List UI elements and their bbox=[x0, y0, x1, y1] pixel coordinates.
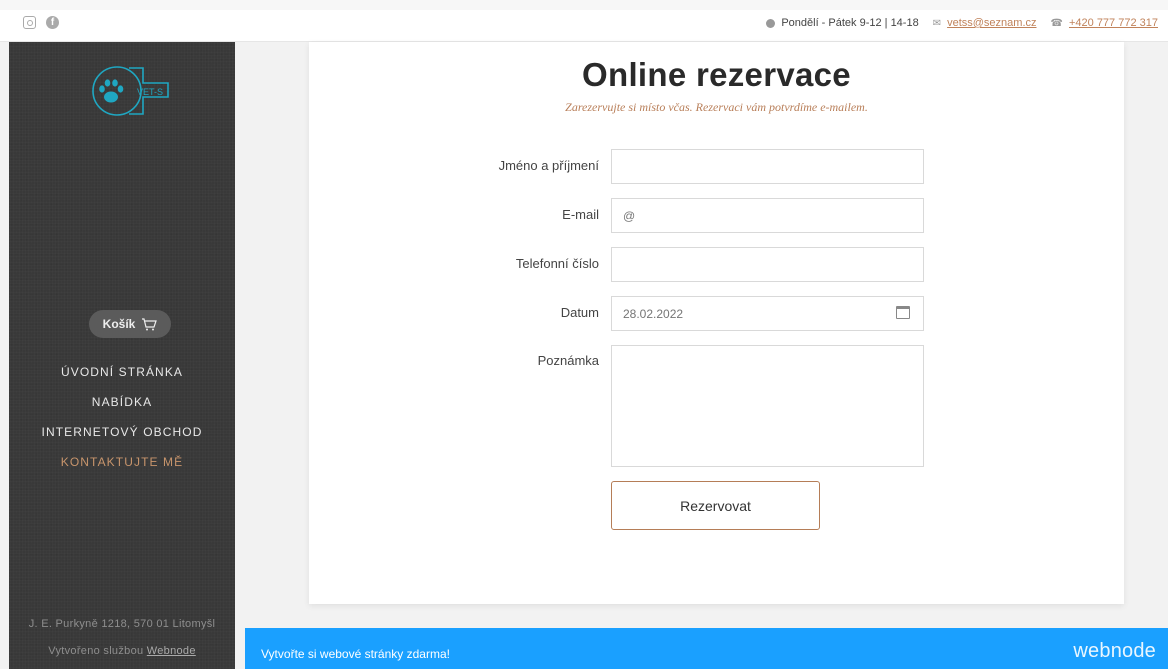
contact-info: Pondělí - Pátek 9-12 | 14-18 ✉ vetss@sez… bbox=[752, 17, 1158, 29]
calendar-icon[interactable] bbox=[896, 306, 910, 319]
made-by: Vytvořeno službou Webnode bbox=[9, 645, 235, 657]
date-input[interactable] bbox=[611, 296, 924, 331]
note-label: Poznámka bbox=[537, 353, 599, 368]
top-bar: f Pondělí - Pátek 9-12 | 14-18 ✉ vetss@s… bbox=[0, 0, 1168, 42]
opening-hours-text: Pondělí - Pátek 9-12 | 14-18 bbox=[781, 17, 919, 29]
note-textarea[interactable] bbox=[611, 345, 924, 467]
info-icon bbox=[766, 18, 776, 28]
name-label: Jméno a příjmení bbox=[498, 158, 599, 173]
vet-s-logo[interactable]: VET-S bbox=[91, 64, 171, 118]
facebook-icon[interactable]: f bbox=[46, 16, 59, 29]
page-title: Online rezervace bbox=[582, 56, 851, 93]
nav-item-offer[interactable]: NABÍDKA bbox=[9, 387, 235, 417]
sidebar: VET-S Košík ÚVODNÍ STRÁNKA NABÍDKA INTER… bbox=[9, 42, 235, 669]
email-label: E-mail bbox=[562, 207, 599, 222]
phone-link[interactable]: +420 777 772 317 bbox=[1069, 17, 1158, 29]
social-links: f bbox=[23, 16, 59, 29]
webnode-link[interactable]: Webnode bbox=[147, 645, 196, 657]
phone-label: Telefonní číslo bbox=[515, 256, 599, 271]
webnode-banner[interactable]: Vytvořte si webové stránky zdarma! webno… bbox=[245, 628, 1168, 669]
webnode-logo[interactable]: webnode bbox=[1073, 640, 1156, 663]
reservation-card: Online rezervace Zarezervujte si místo v… bbox=[309, 42, 1124, 604]
opening-hours: Pondělí - Pátek 9-12 | 14-18 bbox=[766, 17, 919, 29]
nav-item-contact[interactable]: KONTAKTUJTE MĚ bbox=[9, 447, 235, 477]
cart-button[interactable]: Košík bbox=[89, 310, 171, 338]
date-label: Datum bbox=[560, 305, 599, 320]
envelope-icon: ✉ bbox=[932, 17, 942, 29]
phone-input[interactable] bbox=[611, 247, 924, 282]
cart-label: Košík bbox=[102, 317, 136, 331]
email-input[interactable] bbox=[611, 198, 924, 233]
page-subtitle: Zarezervujte si místo včas. Rezervaci vá… bbox=[565, 100, 868, 114]
phone-icon: ☎ bbox=[1050, 17, 1063, 29]
main-nav: ÚVODNÍ STRÁNKA NABÍDKA INTERNETOVÝ OBCHO… bbox=[9, 357, 235, 477]
nav-item-home[interactable]: ÚVODNÍ STRÁNKA bbox=[9, 357, 235, 387]
email-contact[interactable]: ✉ vetss@seznam.cz bbox=[933, 17, 1037, 29]
email-link[interactable]: vetss@seznam.cz bbox=[947, 17, 1036, 29]
reserve-button[interactable]: Rezervovat bbox=[611, 481, 820, 530]
name-input[interactable] bbox=[611, 149, 924, 184]
banner-text[interactable]: Vytvořte si webové stránky zdarma! bbox=[261, 647, 450, 661]
made-by-text: Vytvořeno službou bbox=[48, 645, 144, 657]
address: J. E. Purkyně 1218, 570 01 Litomyšl bbox=[28, 618, 216, 630]
instagram-icon[interactable] bbox=[23, 16, 36, 29]
nav-item-shop[interactable]: INTERNETOVÝ OBCHOD bbox=[9, 417, 235, 447]
cart-icon bbox=[142, 317, 158, 330]
logo-text: VET-S bbox=[137, 87, 163, 97]
phone-contact[interactable]: ☎ +420 777 772 317 bbox=[1051, 17, 1158, 29]
